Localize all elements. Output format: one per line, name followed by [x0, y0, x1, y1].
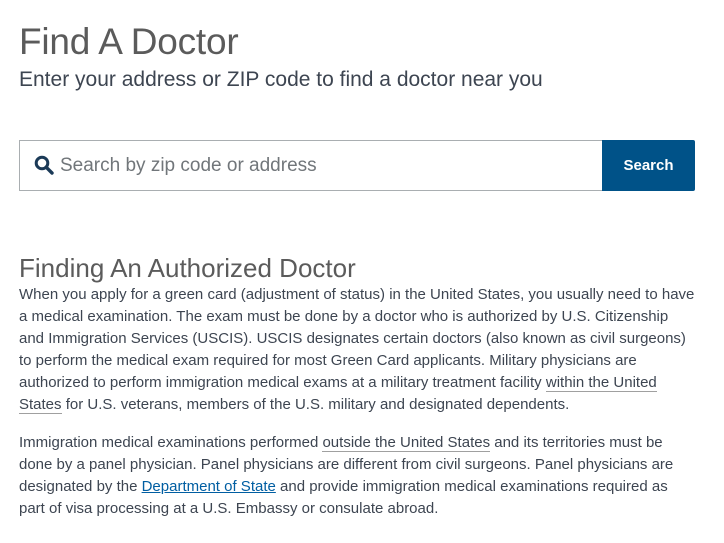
search-icon: [34, 155, 54, 175]
section-title: Finding An Authorized Doctor: [19, 253, 356, 283]
search-field[interactable]: [19, 140, 602, 191]
page-title: Find A Doctor: [19, 21, 239, 62]
search-input[interactable]: [60, 141, 602, 190]
find-a-doctor-page: Find A Doctor Enter your address or ZIP …: [0, 0, 724, 543]
paragraph-text: Immigration medical examinations perform…: [19, 434, 323, 451]
search-bar: Search: [19, 140, 695, 191]
paragraph-text: for U.S. veterans, members of the U.S. m…: [61, 396, 570, 413]
page-subtitle: Enter your address or ZIP code to find a…: [19, 68, 543, 91]
paragraph-green-card: When you apply for a green card (adjustm…: [19, 284, 695, 416]
department-of-state-link[interactable]: Department of State: [142, 478, 276, 495]
paragraph-panel-physician: Immigration medical examinations perform…: [19, 432, 695, 520]
outside-us-term[interactable]: outside the United States: [322, 434, 491, 452]
search-button[interactable]: Search: [602, 140, 695, 191]
